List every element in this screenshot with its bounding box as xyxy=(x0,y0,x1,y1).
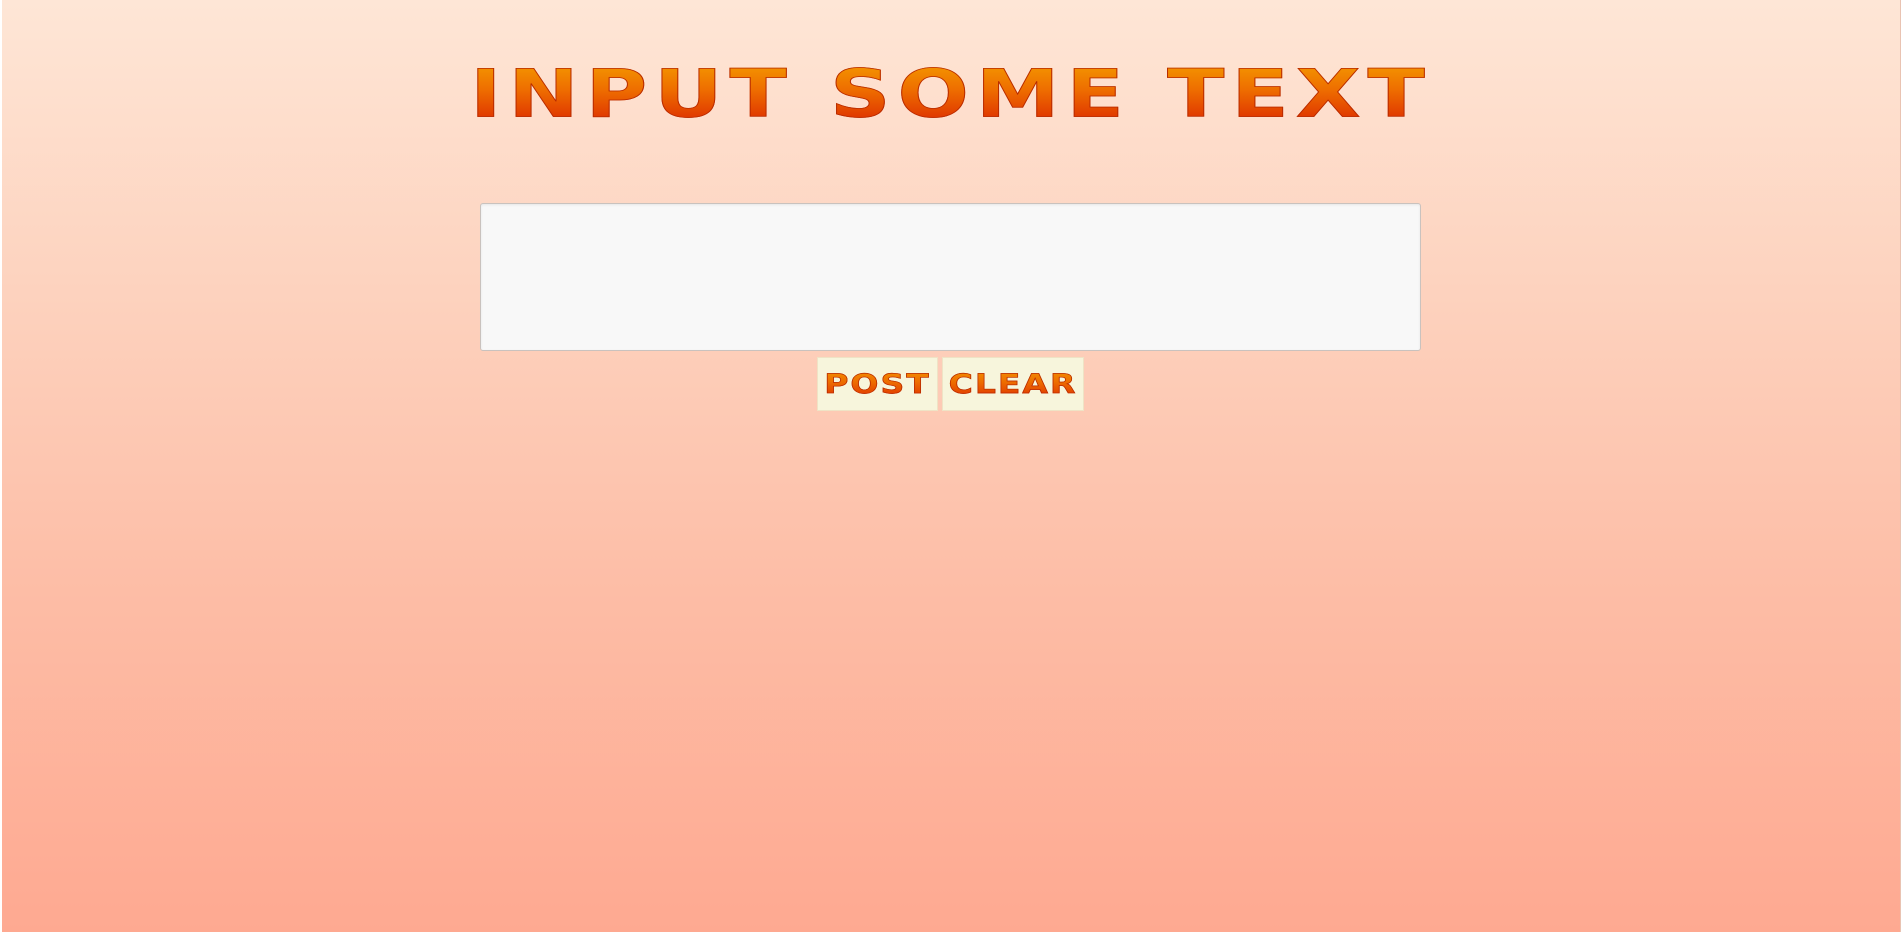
clear-button-label: CLEAR xyxy=(948,363,1078,405)
post-button[interactable]: POST xyxy=(817,357,938,411)
post-button-label: POST xyxy=(824,363,931,405)
clear-button[interactable]: CLEAR xyxy=(942,357,1084,411)
page-background: INPUT SOME TEXT POST CLEAR xyxy=(2,0,1901,932)
text-input[interactable] xyxy=(480,203,1421,351)
page-title: INPUT SOME TEXT xyxy=(2,55,1900,133)
